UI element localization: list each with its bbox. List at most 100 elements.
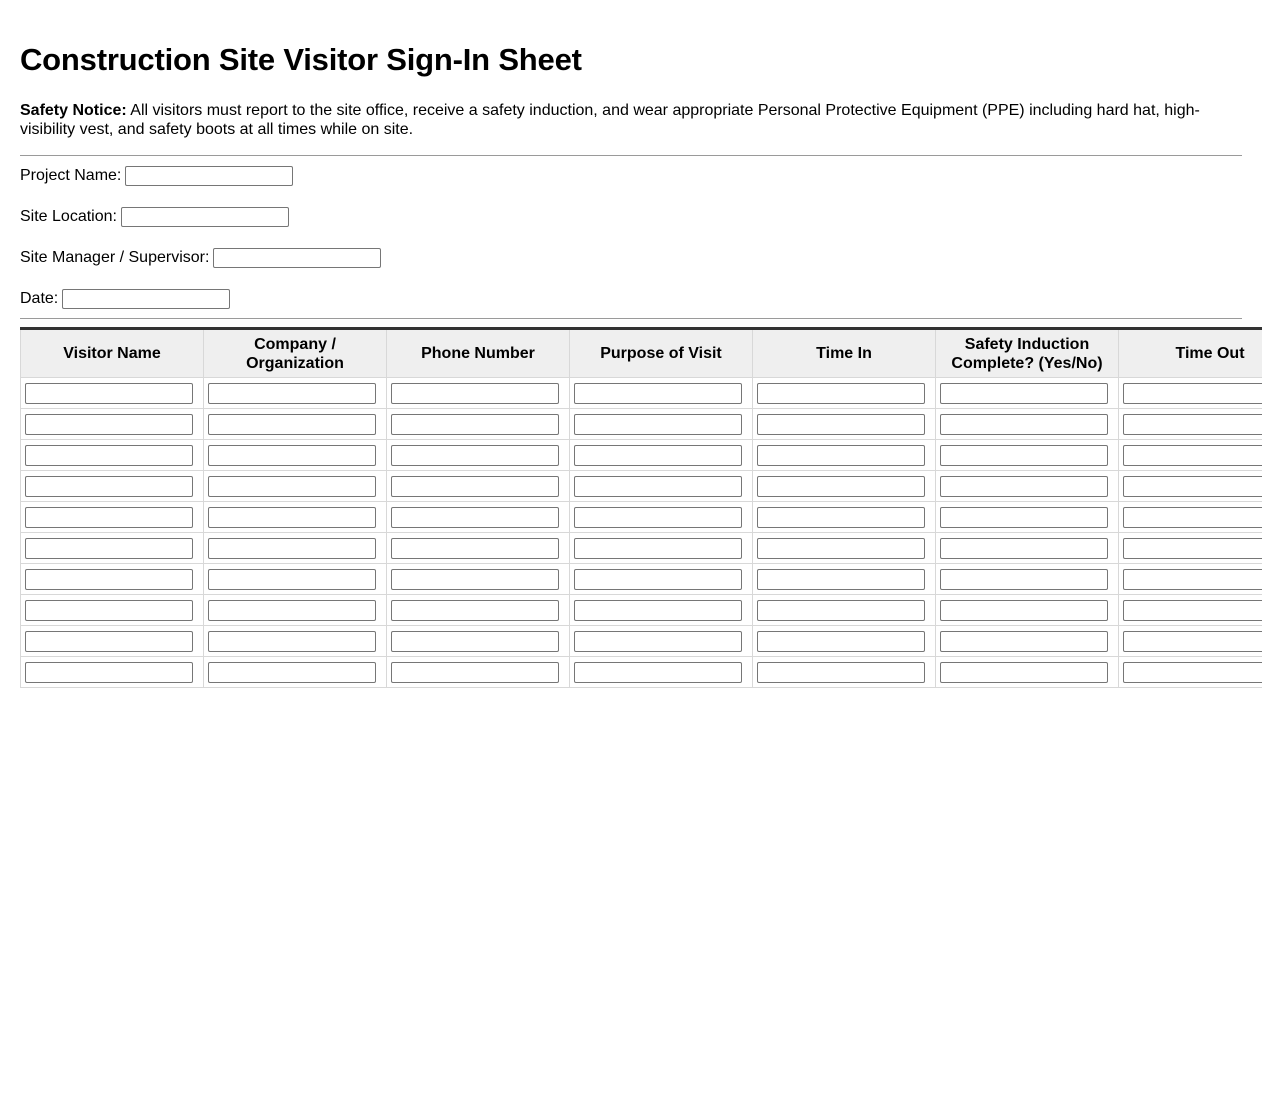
- time-out-input[interactable]: [1123, 444, 1262, 466]
- time-out-input[interactable]: [1123, 568, 1262, 590]
- visitor-name-input[interactable]: [25, 661, 193, 683]
- visitor-name-input[interactable]: [25, 475, 193, 497]
- purpose-input[interactable]: [574, 568, 742, 590]
- site-location-row: Site Location:: [20, 206, 289, 228]
- table-cell: [935, 439, 1119, 471]
- visitor-name-input[interactable]: [25, 413, 193, 435]
- phone-number-input[interactable]: [391, 444, 559, 466]
- time-out-input[interactable]: [1123, 475, 1262, 497]
- site-manager-input[interactable]: [213, 248, 382, 268]
- time-in-input[interactable]: [757, 630, 925, 652]
- phone-number-input[interactable]: [391, 661, 559, 683]
- phone-number-input[interactable]: [391, 475, 559, 497]
- table-cell: [203, 563, 387, 595]
- time-in-input[interactable]: [757, 413, 925, 435]
- site-location-input[interactable]: [120, 207, 289, 227]
- time-out-input[interactable]: [1123, 413, 1262, 435]
- table-cell: [386, 501, 570, 533]
- table-cell: [20, 408, 204, 440]
- time-in-input[interactable]: [757, 506, 925, 528]
- company-input[interactable]: [208, 382, 376, 404]
- visitor-name-input[interactable]: [25, 630, 193, 652]
- project-name-label: Project Name:: [20, 167, 122, 184]
- time-in-input[interactable]: [757, 382, 925, 404]
- time-out-input[interactable]: [1123, 382, 1262, 404]
- date-input[interactable]: [62, 289, 231, 309]
- table-row: [20, 594, 1262, 626]
- safety-induction-input[interactable]: [940, 568, 1108, 590]
- purpose-input[interactable]: [574, 506, 742, 528]
- project-name-input[interactable]: [125, 166, 294, 186]
- safety-induction-input[interactable]: [940, 506, 1108, 528]
- company-input[interactable]: [208, 599, 376, 621]
- purpose-input[interactable]: [574, 413, 742, 435]
- safety-induction-input[interactable]: [940, 444, 1108, 466]
- time-in-input[interactable]: [757, 661, 925, 683]
- purpose-input[interactable]: [574, 599, 742, 621]
- safety-induction-input[interactable]: [940, 413, 1108, 435]
- company-input[interactable]: [208, 661, 376, 683]
- company-input[interactable]: [208, 444, 376, 466]
- table-cell: [569, 656, 753, 688]
- purpose-input[interactable]: [574, 475, 742, 497]
- phone-number-input[interactable]: [391, 537, 559, 559]
- time-out-input[interactable]: [1123, 599, 1262, 621]
- table-cell: [752, 377, 936, 409]
- time-out-input[interactable]: [1123, 506, 1262, 528]
- visitor-name-input[interactable]: [25, 599, 193, 621]
- safety-induction-input[interactable]: [940, 630, 1108, 652]
- purpose-input[interactable]: [574, 661, 742, 683]
- company-input[interactable]: [208, 537, 376, 559]
- visitor-name-input[interactable]: [25, 382, 193, 404]
- phone-number-input[interactable]: [391, 599, 559, 621]
- time-in-input[interactable]: [757, 599, 925, 621]
- table-cell: [1118, 408, 1262, 440]
- phone-number-input[interactable]: [391, 630, 559, 652]
- company-input[interactable]: [208, 568, 376, 590]
- table-cell: [20, 470, 204, 502]
- phone-number-input[interactable]: [391, 382, 559, 404]
- time-in-input[interactable]: [757, 475, 925, 497]
- time-in-input[interactable]: [757, 568, 925, 590]
- table-cell: [203, 501, 387, 533]
- phone-number-input[interactable]: [391, 413, 559, 435]
- safety-induction-input[interactable]: [940, 475, 1108, 497]
- safety-induction-input[interactable]: [940, 599, 1108, 621]
- table-cell: [752, 594, 936, 626]
- column-header-visitor-name: Visitor Name: [20, 328, 204, 378]
- table-cell: [569, 501, 753, 533]
- safety-induction-input[interactable]: [940, 382, 1108, 404]
- time-out-input[interactable]: [1123, 661, 1262, 683]
- table-cell: [20, 656, 204, 688]
- table-cell: [569, 594, 753, 626]
- time-out-input[interactable]: [1123, 630, 1262, 652]
- purpose-input[interactable]: [574, 630, 742, 652]
- company-input[interactable]: [208, 506, 376, 528]
- time-in-input[interactable]: [757, 537, 925, 559]
- table-cell: [20, 439, 204, 471]
- visitor-name-input[interactable]: [25, 568, 193, 590]
- visitor-name-input[interactable]: [25, 506, 193, 528]
- table-cell: [1118, 532, 1262, 564]
- column-header-safety-induction: Safety Induction Complete? (Yes/No): [935, 328, 1119, 378]
- table-cell: [386, 656, 570, 688]
- time-in-input[interactable]: [757, 444, 925, 466]
- table-cell: [203, 470, 387, 502]
- phone-number-input[interactable]: [391, 568, 559, 590]
- phone-number-input[interactable]: [391, 506, 559, 528]
- company-input[interactable]: [208, 413, 376, 435]
- table-cell: [752, 532, 936, 564]
- table-cell: [935, 377, 1119, 409]
- table-cell: [569, 377, 753, 409]
- time-out-input[interactable]: [1123, 537, 1262, 559]
- safety-induction-input[interactable]: [940, 537, 1108, 559]
- purpose-input[interactable]: [574, 382, 742, 404]
- purpose-input[interactable]: [574, 444, 742, 466]
- purpose-input[interactable]: [574, 537, 742, 559]
- visitor-table-body: [20, 377, 1262, 688]
- visitor-name-input[interactable]: [25, 444, 193, 466]
- safety-induction-input[interactable]: [940, 661, 1108, 683]
- visitor-name-input[interactable]: [25, 537, 193, 559]
- company-input[interactable]: [208, 630, 376, 652]
- company-input[interactable]: [208, 475, 376, 497]
